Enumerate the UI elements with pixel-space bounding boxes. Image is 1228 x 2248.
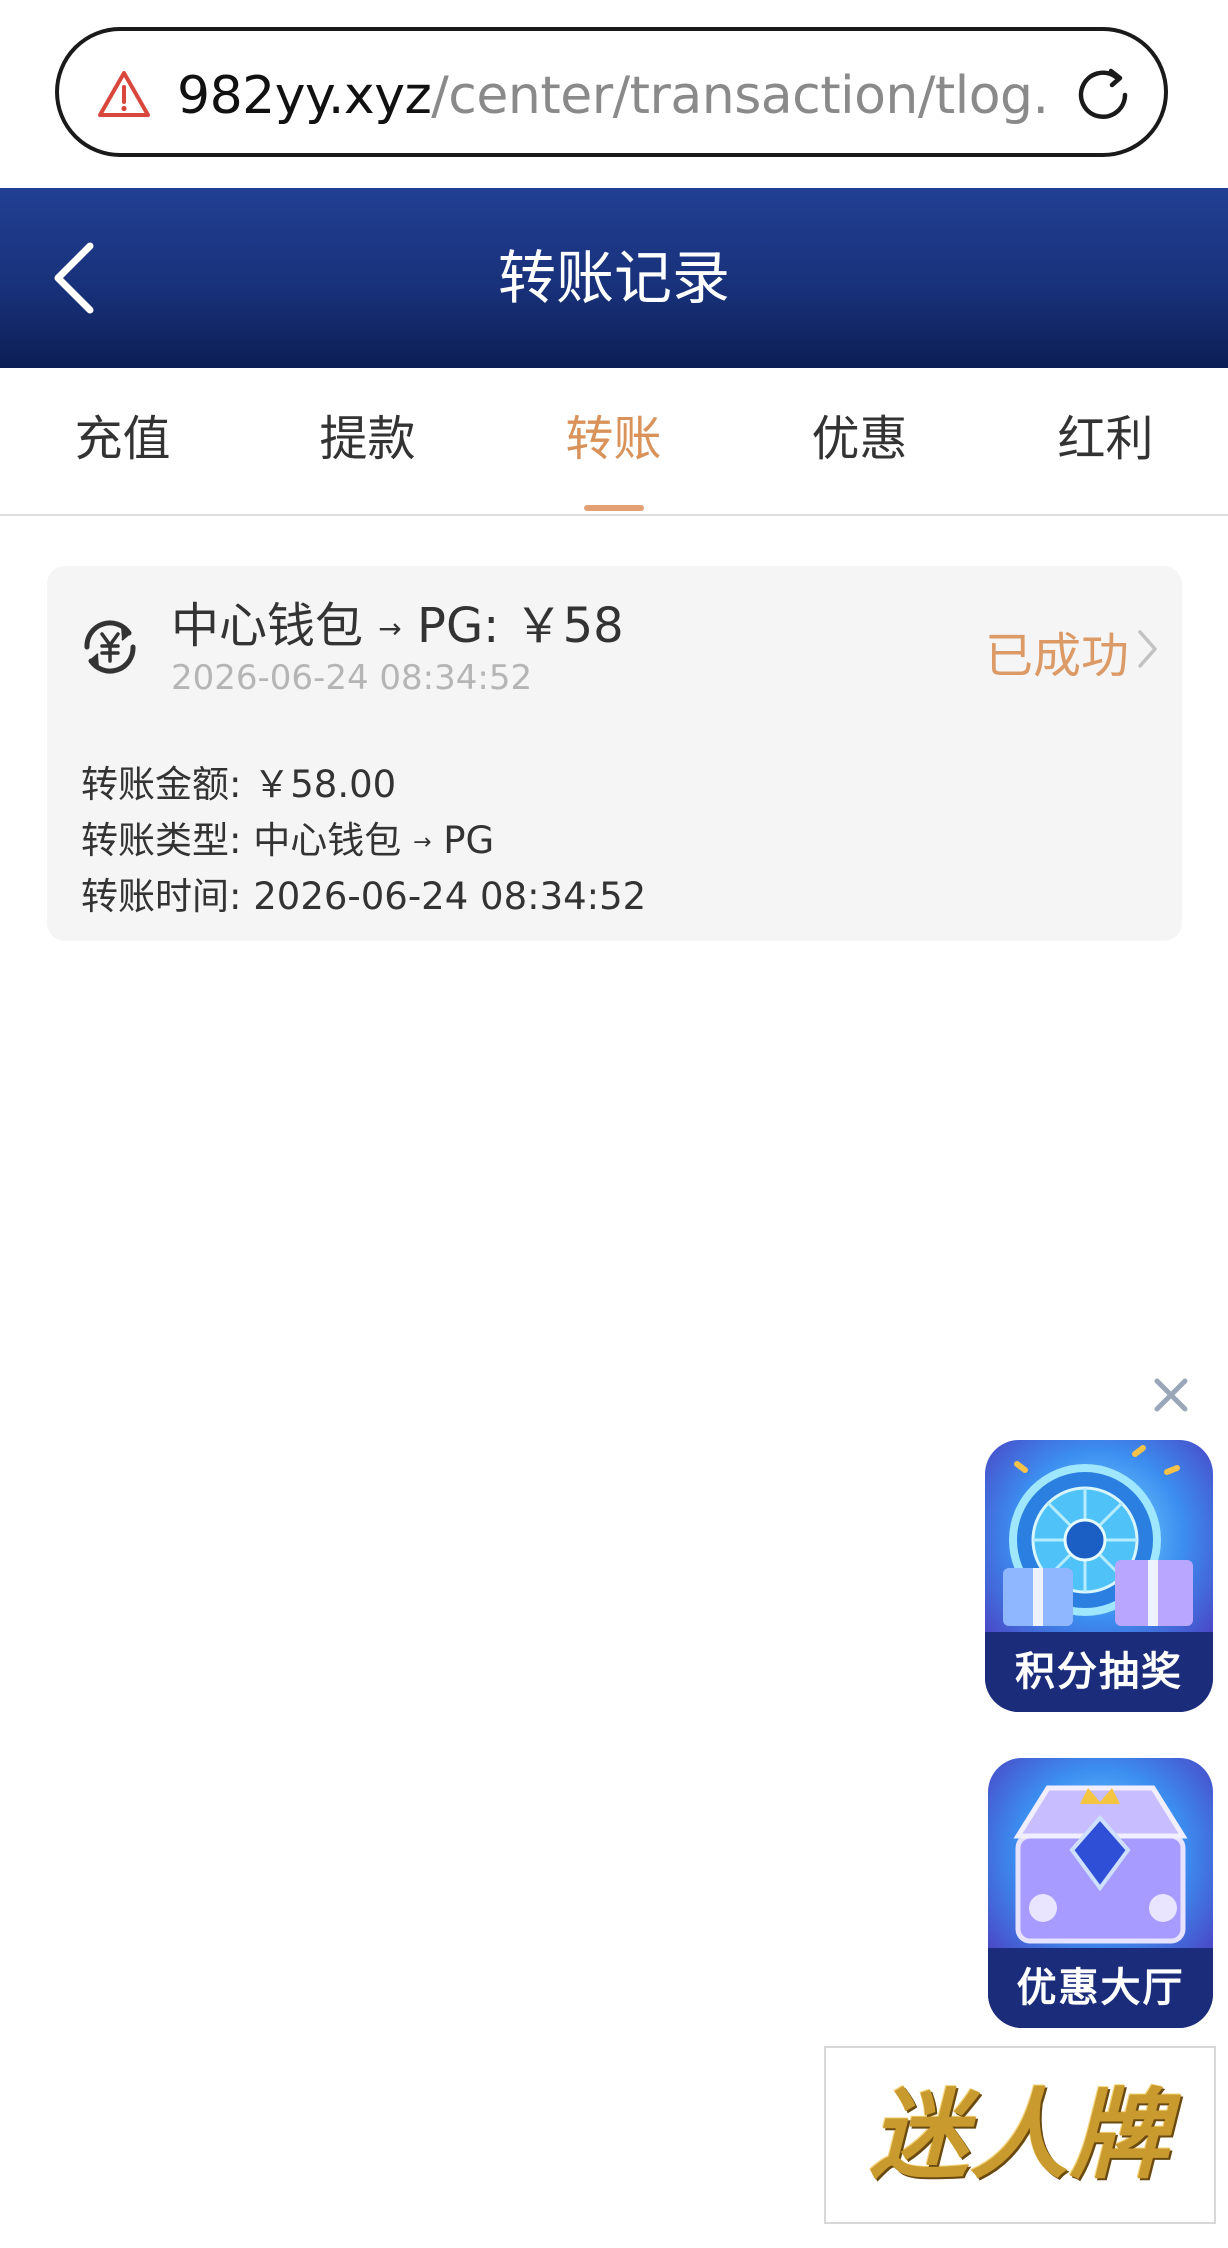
yuan-exchange-icon [84, 620, 136, 674]
tab-promotion[interactable]: 优惠 [737, 368, 982, 514]
tab-transfer[interactable]: 转账 [491, 368, 736, 514]
transaction-tabs: 充值 提款 转账 优惠 红利 [0, 368, 1228, 516]
record-from: 中心钱包 [171, 598, 364, 654]
back-arrow-icon[interactable] [44, 238, 114, 318]
detail-amount-value: ￥58.00 [253, 763, 397, 806]
tab-bonus[interactable]: 红利 [983, 368, 1228, 514]
record-title: 中心钱包 → PG: ￥58 [171, 586, 624, 666]
transfer-record-card[interactable]: 中心钱包 → PG: ￥58 2026-06-24 08:34:52 已成功 转… [47, 566, 1182, 941]
detail-type: 转账类型: 中心钱包 → PG [81, 810, 494, 864]
detail-type-arrow: → [413, 830, 432, 855]
chevron-right-icon[interactable] [1135, 626, 1161, 672]
url-path: /center/transaction/tlog. [431, 66, 1049, 126]
reload-icon[interactable] [1070, 62, 1136, 128]
warning-icon [98, 71, 150, 117]
record-date: 2026-06-24 08:34:52 [171, 658, 533, 698]
lottery-wheel-icon [1003, 1445, 1193, 1626]
brand-logo-text: 迷人牌 [869, 2079, 1170, 2193]
url-text[interactable]: 982yy.xyz/center/transaction/tlog. [177, 61, 1077, 131]
detail-time-value: 2026-06-24 08:34:52 [253, 875, 647, 918]
address-bar[interactable]: 982yy.xyz/center/transaction/tlog. [55, 27, 1168, 157]
detail-amount-label: 转账金额: [81, 763, 242, 806]
detail-type-from: 中心钱包 [253, 819, 402, 862]
tab-recharge[interactable]: 充值 [0, 368, 245, 514]
record-arrow: → [378, 612, 402, 645]
treasure-chest-icon [1013, 1785, 1188, 1944]
record-to-amount: PG: ￥58 [417, 598, 624, 654]
detail-type-to: PG [443, 819, 495, 862]
detail-amount: 转账金额: ￥58.00 [81, 754, 396, 808]
tab-withdraw[interactable]: 提款 [245, 368, 490, 514]
status-label: 已成功 [985, 628, 1130, 684]
active-tab-indicator [584, 505, 644, 511]
promotions-hall-button[interactable]: 优惠大厅 [988, 1758, 1213, 2028]
brand-logo[interactable]: 迷人牌 [824, 2046, 1216, 2224]
close-icon[interactable] [1148, 1372, 1194, 1418]
detail-time-label: 转账时间: [81, 875, 242, 918]
points-lottery-label: 积分抽奖 [985, 1632, 1213, 1712]
detail-time: 转账时间: 2026-06-24 08:34:52 [81, 866, 646, 920]
page-title: 转账记录 [497, 244, 730, 312]
promotions-hall-label: 优惠大厅 [988, 1948, 1213, 2028]
page-header: 转账记录 [0, 188, 1228, 368]
points-lottery-button[interactable]: 积分抽奖 [985, 1440, 1213, 1712]
url-domain: 982yy.xyz [177, 66, 432, 126]
detail-type-label: 转账类型: [81, 819, 242, 862]
